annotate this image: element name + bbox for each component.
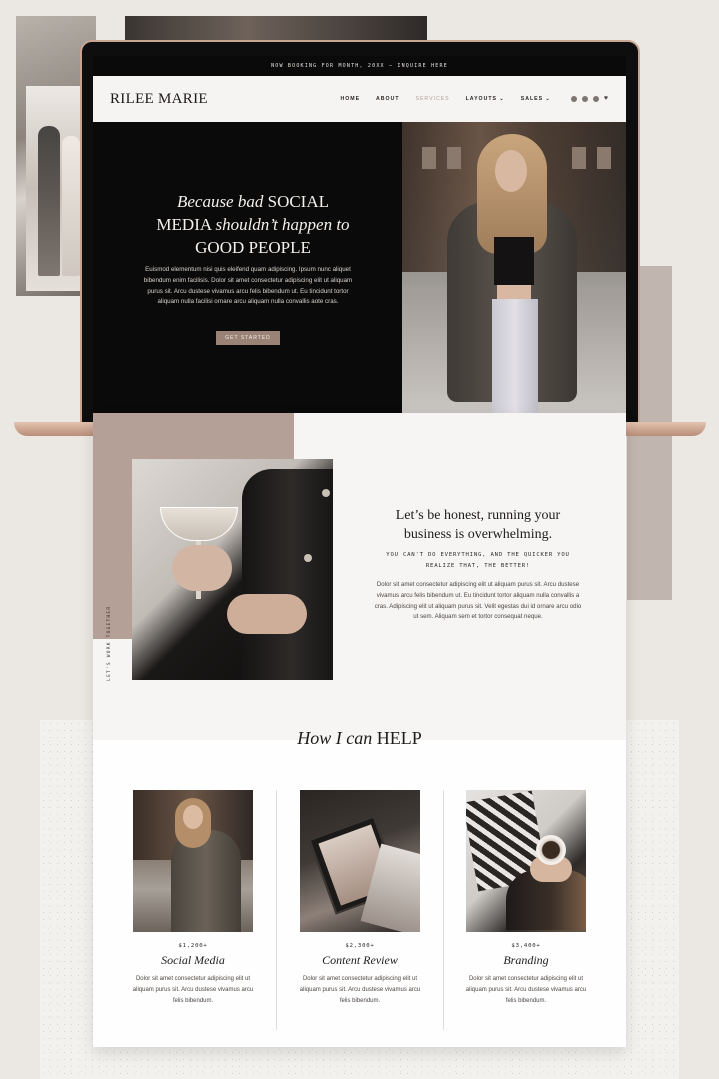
pinterest-icon[interactable] [581,96,588,102]
service-description: Dolor sit amet consectetur adipiscing el… [132,976,254,1004]
intro-title: Let’s be honest, running your business i… [395,508,561,542]
service-card-content-review[interactable]: $2,300+ Content Review Dolor sit amet co… [290,790,430,1020]
get-started-button[interactable]: GET STARTED [216,331,280,345]
hero-photo [402,122,626,413]
service-card-branding[interactable]: $3,400+ Branding Dolor sit amet consecte… [456,790,596,1020]
lets-work-together-label: LET'S WORK TOGETHER [107,605,112,681]
service-price: $2,300+ [345,943,375,949]
nav-sales[interactable]: SALES ⌄ [521,96,551,102]
service-name: Social Media [161,953,225,967]
service-price: $1,200+ [178,943,208,949]
announcement-bar[interactable]: NOW BOOKING FOR MONTH, 20XX — INQUIRE HE… [93,56,626,76]
social-media-photo [133,790,253,932]
site-header: RILEE MARIE HOME ABOUT SERVICES LAYOUTS … [93,76,626,122]
intro-body-text: Dolor sit amet consectetur adipiscing el… [374,581,582,621]
main-nav: HOME ABOUT SERVICES LAYOUTS ⌄ SALES ⌄ ♥ [340,95,609,102]
social-links: ♥ [570,95,609,102]
nav-layouts[interactable]: LAYOUTS ⌄ [466,96,505,102]
nav-home[interactable]: HOME [340,96,360,102]
site-logo[interactable]: RILEE MARIE [110,91,208,108]
instagram-icon[interactable] [592,96,599,102]
service-name: Content Review [322,953,398,967]
facebook-icon[interactable] [570,96,577,102]
cocktail-photo [132,459,333,680]
heart-icon[interactable]: ♥ [604,95,609,102]
service-description: Dolor sit amet consectetur adipiscing el… [465,976,587,1004]
service-card-social-media[interactable]: $1,200+ Social Media Dolor sit amet cons… [123,790,263,1020]
intro-subtitle: YOU CAN'T DO EVERYTHING, AND THE QUICKER… [386,552,570,569]
card-divider [443,790,444,1030]
service-price: $3,400+ [511,943,541,949]
service-cards: $1,200+ Social Media Dolor sit amet cons… [93,790,626,1030]
page-content: LET'S WORK TOGETHER Let’s be honest, run… [93,413,626,1047]
branding-photo [466,790,586,932]
service-name: Branding [503,953,549,967]
content-review-photo [300,790,420,932]
website-screen: NOW BOOKING FOR MONTH, 20XX — INQUIRE HE… [93,56,626,413]
nav-services[interactable]: SERVICES [416,96,450,102]
service-description: Dolor sit amet consectetur adipiscing el… [299,976,421,1004]
card-divider [276,790,277,1030]
nav-about[interactable]: ABOUT [376,96,399,102]
hero-title: Because bad SOCIAL MEDIA shouldn’t happe… [156,192,350,257]
hero-section: Because bad SOCIAL MEDIA shouldn’t happe… [93,122,402,413]
hero-body-text: Euismod elementum nisi quis eleifend qua… [143,266,353,306]
services-title: How I can HELP [297,728,422,748]
